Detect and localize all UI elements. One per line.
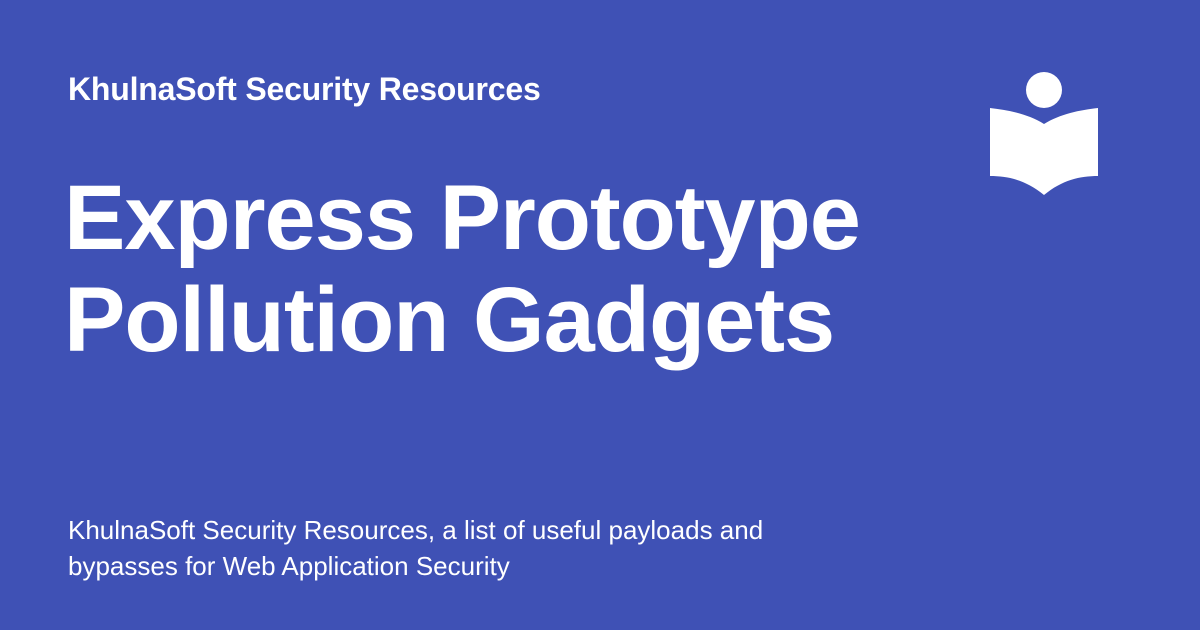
page-title: Express Prototype Pollution Gadgets	[64, 167, 884, 371]
social-card: KhulnaSoft Security Resources Express Pr…	[0, 0, 1200, 630]
page-description: KhulnaSoft Security Resources, a list of…	[68, 515, 764, 581]
book-reader-icon	[990, 72, 1098, 195]
site-name: KhulnaSoft Security Resources	[68, 71, 541, 107]
page-title-line-1: Express Prototype	[64, 167, 861, 269]
page-title-line-2: Pollution Gadgets	[64, 269, 835, 371]
